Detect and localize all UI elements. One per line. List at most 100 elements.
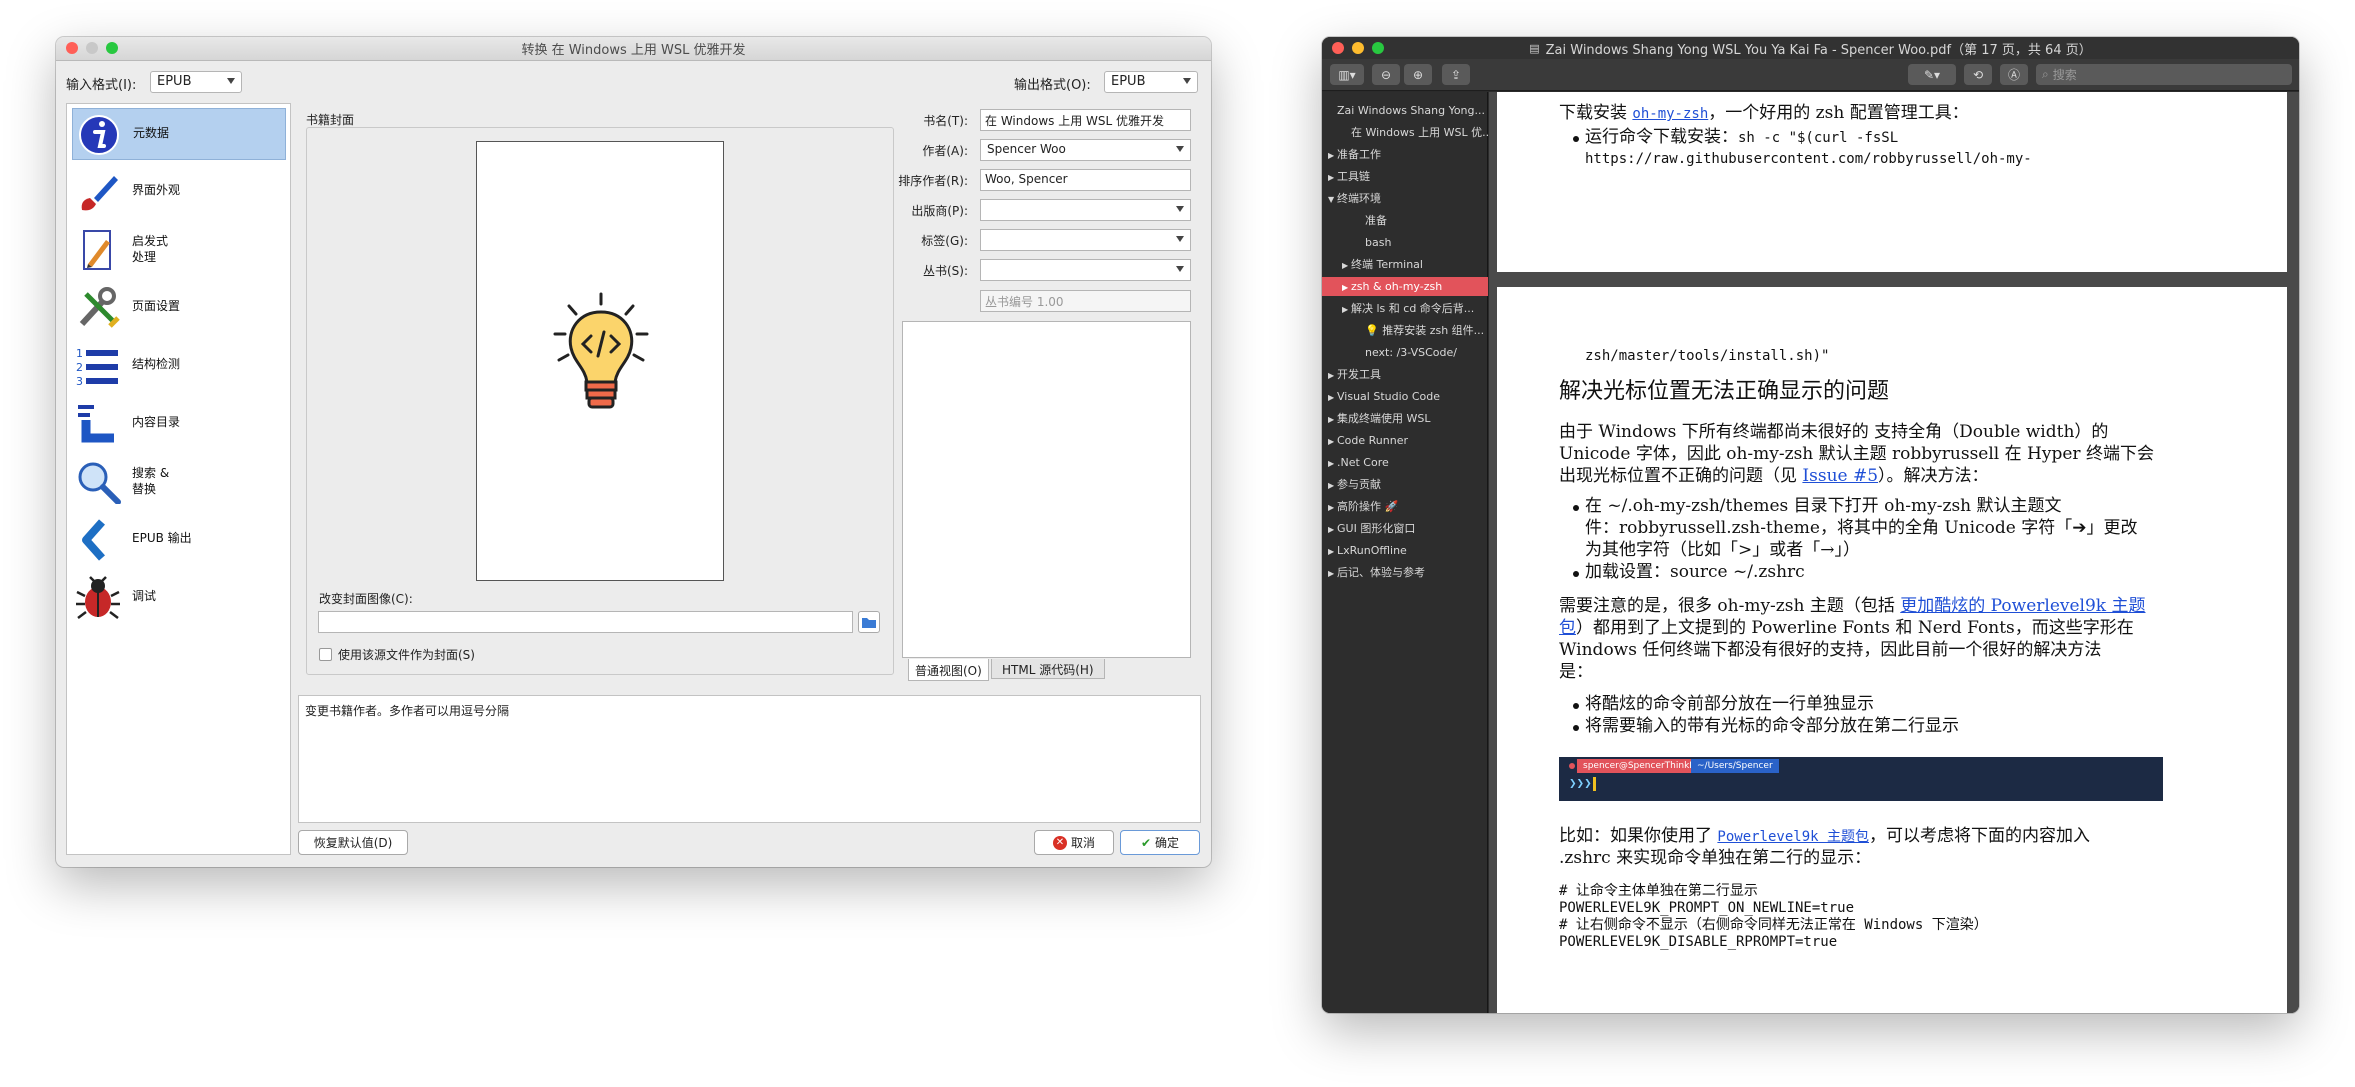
disclosure-closed-icon[interactable]: ▶: [1328, 366, 1337, 384]
zoom-window-button[interactable]: [106, 42, 118, 54]
input-format-select[interactable]: EPUB: [150, 71, 242, 93]
ok-button[interactable]: ✔ 确定: [1120, 830, 1200, 855]
toolbar: ▥▾ ⊖ ⊕ ⇪ ✎▾ ⟲ Ⓐ ⌕ 搜索: [1322, 59, 2299, 91]
annotate-button[interactable]: Ⓐ: [2000, 64, 2028, 85]
series-combo[interactable]: [980, 259, 1191, 281]
pdf-page-17: zsh/master/tools/install.sh)" 解决光标位置无法正确…: [1497, 287, 2287, 1013]
markup-button[interactable]: ✎▾: [1908, 64, 1956, 85]
comments-editor[interactable]: [902, 321, 1191, 658]
page-text: 是：: [1559, 662, 1593, 682]
rotate-button[interactable]: ⟲: [1964, 64, 1992, 85]
disclosure-closed-icon[interactable]: ▶: [1328, 542, 1337, 560]
toc-item[interactable]: ▶ 工具链: [1322, 167, 1488, 186]
issue-5-link[interactable]: Issue #5: [1802, 466, 1878, 486]
toc-item[interactable]: ▶ Code Runner: [1322, 431, 1488, 450]
toc-item[interactable]: ▶ zsh & oh-my-zsh: [1322, 277, 1488, 296]
bullet: [1573, 725, 1579, 731]
close-window-button[interactable]: [66, 42, 78, 54]
sidebar-item-look-and-feel[interactable]: 界面外观: [72, 166, 286, 218]
title-bar[interactable]: ▤ Zai Windows Shang Yong WSL You Ya Kai …: [1322, 37, 2299, 59]
disclosure-closed-icon[interactable]: ▶: [1328, 520, 1337, 538]
toc-item[interactable]: ▶ 开发工具: [1322, 365, 1488, 384]
sidebar-item-epub-output[interactable]: EPUB 输出: [72, 514, 286, 566]
disclosure-closed-icon[interactable]: ▶: [1328, 564, 1337, 582]
disclosure-closed-icon[interactable]: ▶: [1342, 256, 1351, 274]
toc-item-label: 集成终端使用 WSL: [1337, 412, 1431, 425]
powerlevel9k-link-cont[interactable]: 包: [1559, 618, 1576, 638]
toc-item[interactable]: 准备: [1322, 211, 1488, 230]
minimize-window-button[interactable]: [1352, 42, 1364, 54]
title-bar[interactable]: 转换 在 Windows 上用 WSL 优雅开发: [56, 37, 1211, 61]
browse-cover-button[interactable]: [858, 611, 880, 633]
minimize-window-button[interactable]: [86, 42, 98, 54]
sidebar-item-search-replace[interactable]: 搜索 & 替换: [72, 456, 286, 508]
title-field[interactable]: 在 Windows 上用 WSL 优雅开发: [980, 109, 1191, 131]
author-sort-field[interactable]: Woo, Spencer: [980, 169, 1191, 191]
output-format-select[interactable]: EPUB: [1104, 71, 1198, 93]
options-sidebar: 元数据 界面外观 启发式 处理 页面设置 123 结构检测 内容目录 搜索 & …: [66, 103, 291, 855]
page-text: 在 ~/.oh-my-zsh/themes 目录下打开 oh-my-zsh 默认…: [1585, 496, 2062, 516]
sidebar-item-page-setup[interactable]: 页面设置: [72, 282, 286, 334]
toc-item[interactable]: ▶ LxRunOffline: [1322, 541, 1488, 560]
disclosure-closed-icon[interactable]: ▶: [1328, 146, 1337, 164]
zoom-in-button[interactable]: ⊕: [1404, 64, 1432, 85]
powerlevel9k-theme-link[interactable]: Powerlevel9k 主题包: [1717, 829, 1869, 845]
tags-combo[interactable]: [980, 229, 1191, 251]
series-index-field[interactable]: 丛书编号 1.00: [980, 290, 1191, 312]
toc-item[interactable]: ▼ 终端环境: [1322, 189, 1488, 208]
toc-item[interactable]: ▶ 集成终端使用 WSL: [1322, 409, 1488, 428]
disclosure-closed-icon[interactable]: ▶: [1328, 432, 1337, 450]
sidebar-item-heuristics[interactable]: 启发式 处理: [72, 224, 286, 276]
toc-item-label: 终端环境: [1337, 192, 1381, 205]
toc-item[interactable]: next: /3-VSCode/: [1322, 343, 1488, 362]
disclosure-closed-icon[interactable]: ▶: [1342, 300, 1351, 318]
toc-item[interactable]: ▶ Visual Studio Code: [1322, 387, 1488, 406]
sidebar-toggle-button[interactable]: ▥▾: [1330, 64, 1364, 85]
close-window-button[interactable]: [1332, 42, 1344, 54]
toc-item[interactable]: Zai Windows Shang Yong...: [1322, 101, 1488, 120]
toc-item[interactable]: ▶ 终端 Terminal: [1322, 255, 1488, 274]
output-format-label: 输出格式(O):: [1014, 78, 1091, 93]
toc-item[interactable]: ▶ 后记、体验与参考: [1322, 563, 1488, 582]
tab-html-source[interactable]: HTML 源代码(H): [991, 659, 1105, 679]
disclosure-closed-icon[interactable]: ▶: [1328, 498, 1337, 516]
disclosure-open-icon[interactable]: ▼: [1328, 190, 1337, 208]
disclosure-closed-icon[interactable]: ▶: [1328, 476, 1337, 494]
share-button[interactable]: ⇪: [1442, 64, 1470, 85]
chevron-down-icon: [1176, 206, 1184, 212]
disclosure-closed-icon[interactable]: ▶: [1342, 278, 1351, 296]
toc-item[interactable]: bash: [1322, 233, 1488, 252]
page-text: .zshrc 来实现命令单独在第二行的显示：: [1559, 848, 1872, 868]
sidebar-item-debug[interactable]: 调试: [72, 572, 286, 624]
zoom-window-button[interactable]: [1372, 42, 1384, 54]
sidebar-item-metadata[interactable]: 元数据: [72, 108, 286, 160]
use-source-cover-checkbox[interactable]: [319, 648, 332, 661]
cover-path-field[interactable]: [318, 611, 853, 633]
author-combo[interactable]: Spencer Woo: [980, 139, 1191, 161]
toc-item[interactable]: ▶ .Net Core: [1322, 453, 1488, 472]
toc-item[interactable]: ▶ 解决 ls 和 cd 命令后背...: [1322, 299, 1488, 318]
pdf-document-icon: ▤: [1529, 41, 1540, 55]
tab-normal-view[interactable]: 普通视图(O): [908, 659, 989, 681]
toc-item[interactable]: ▶ 参与贡献: [1322, 475, 1488, 494]
sidebar-item-table-of-contents[interactable]: 内容目录: [72, 398, 286, 450]
document-view[interactable]: 下载安装 oh-my-zsh，一个好用的 zsh 配置管理工具： 运行命令下载安…: [1489, 92, 2299, 1013]
disclosure-closed-icon[interactable]: ▶: [1328, 454, 1337, 472]
sidebar-item-structure-detection[interactable]: 123 结构检测: [72, 340, 286, 392]
cancel-button[interactable]: ✕ 取消: [1034, 830, 1114, 855]
search-input[interactable]: ⌕ 搜索: [2036, 64, 2292, 85]
toc-item[interactable]: 💡 推荐安装 zsh 组件...: [1322, 321, 1488, 340]
toc-item[interactable]: 在 Windows 上用 WSL 优...: [1322, 123, 1488, 142]
oh-my-zsh-link[interactable]: oh-my-zsh: [1632, 106, 1708, 122]
publisher-combo[interactable]: [980, 199, 1191, 221]
zoom-out-button[interactable]: ⊖: [1372, 64, 1400, 85]
disclosure-closed-icon[interactable]: ▶: [1328, 168, 1337, 186]
disclosure-closed-icon[interactable]: ▶: [1328, 410, 1337, 428]
toc-item[interactable]: ▶ 高阶操作 🚀: [1322, 497, 1488, 516]
powerlevel9k-link[interactable]: 更加酷炫的 Powerlevel9k 主题: [1900, 596, 2145, 616]
restore-defaults-button[interactable]: 恢复默认值(D): [298, 830, 408, 855]
toc-item[interactable]: ▶ 准备工作: [1322, 145, 1488, 164]
sidebar-icon: ▥▾: [1338, 67, 1356, 82]
disclosure-closed-icon[interactable]: ▶: [1328, 388, 1337, 406]
toc-item[interactable]: ▶ GUI 图形化窗口: [1322, 519, 1488, 538]
